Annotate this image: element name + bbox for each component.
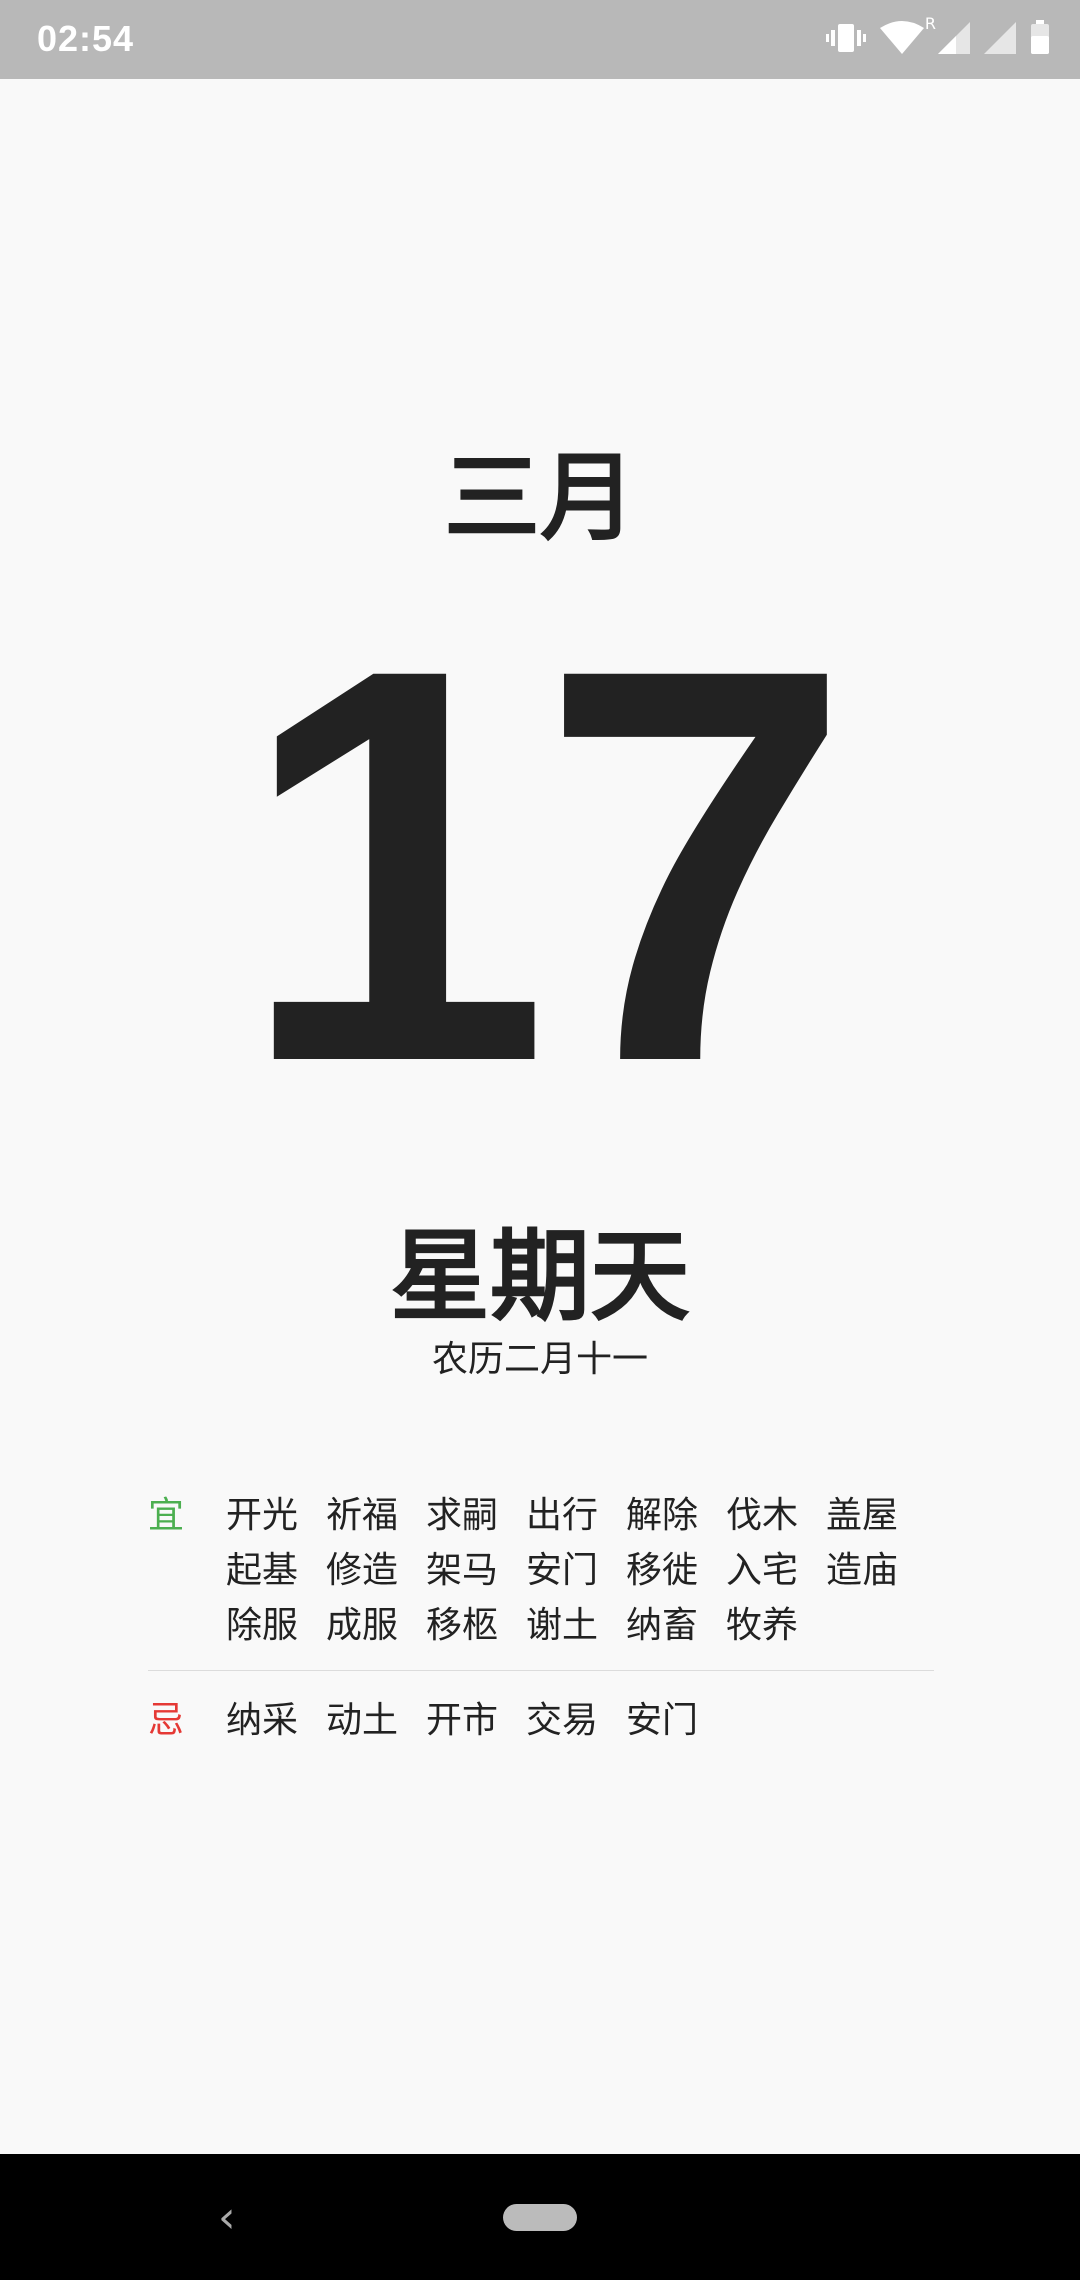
back-icon[interactable]: ‹: [218, 2192, 236, 2243]
auspicious-item: 祈福: [326, 1495, 399, 1536]
auspicious-item: 起基: [226, 1550, 299, 1591]
auspicious-item: 牧养: [726, 1605, 799, 1646]
signal-icon: [984, 20, 1016, 60]
auspicious-label: 宜: [148, 1495, 185, 1536]
auspicious-items: 开光 祈福 求嗣 出行 解除 伐木 盖屋 起基 修造 架马 安门 移徙 入宅 造…: [226, 1488, 946, 1653]
auspicious-item: 出行: [526, 1495, 599, 1536]
status-bar: 02:54 R: [0, 0, 1080, 79]
inauspicious-label: 忌: [148, 1700, 185, 1741]
auspicious-item: 移柩: [426, 1605, 499, 1646]
inauspicious-item: 交易: [526, 1700, 599, 1741]
lunar-date: 农历二月十一: [431, 1339, 648, 1380]
auspicious-item: 成服: [326, 1605, 399, 1646]
vibrate-icon: [826, 20, 866, 60]
battery-icon: [1030, 20, 1050, 60]
auspicious-item: 求嗣: [426, 1495, 499, 1536]
status-icons: R: [826, 14, 1050, 62]
auspicious-item: 安门: [526, 1550, 599, 1591]
auspicious-item: 谢土: [526, 1605, 599, 1646]
wifi-icon: R: [880, 14, 936, 60]
inauspicious-items: 纳采 动土 开市 交易 安门: [226, 1693, 946, 1748]
almanac-divider: [148, 1670, 934, 1671]
roaming-label: R: [924, 14, 936, 33]
inauspicious-item: 动土: [326, 1700, 399, 1741]
auspicious-item: 开光: [226, 1495, 299, 1536]
inauspicious-item: 纳采: [226, 1700, 299, 1741]
home-pill[interactable]: [503, 2204, 577, 2231]
signal-icon: [938, 20, 970, 60]
day-number: 17: [238, 552, 852, 1178]
auspicious-item: 伐木: [726, 1495, 799, 1536]
auspicious-item: 解除: [626, 1495, 699, 1536]
inauspicious-item: 开市: [426, 1700, 499, 1741]
auspicious-item: 移徙: [626, 1550, 699, 1591]
auspicious-item: 盖屋: [826, 1495, 899, 1536]
auspicious-item: 除服: [226, 1605, 299, 1646]
month-label: 三月: [444, 442, 636, 554]
auspicious-item: 修造: [326, 1550, 399, 1591]
auspicious-item: 入宅: [726, 1550, 799, 1591]
weekday-label: 星期天: [390, 1218, 690, 1335]
auspicious-item: 纳畜: [626, 1605, 699, 1646]
navigation-bar: ‹: [0, 2154, 1080, 2280]
inauspicious-item: 安门: [626, 1700, 699, 1741]
auspicious-item: 架马: [426, 1550, 499, 1591]
auspicious-item: 造庙: [826, 1550, 899, 1591]
status-time: 02:54: [37, 18, 135, 59]
